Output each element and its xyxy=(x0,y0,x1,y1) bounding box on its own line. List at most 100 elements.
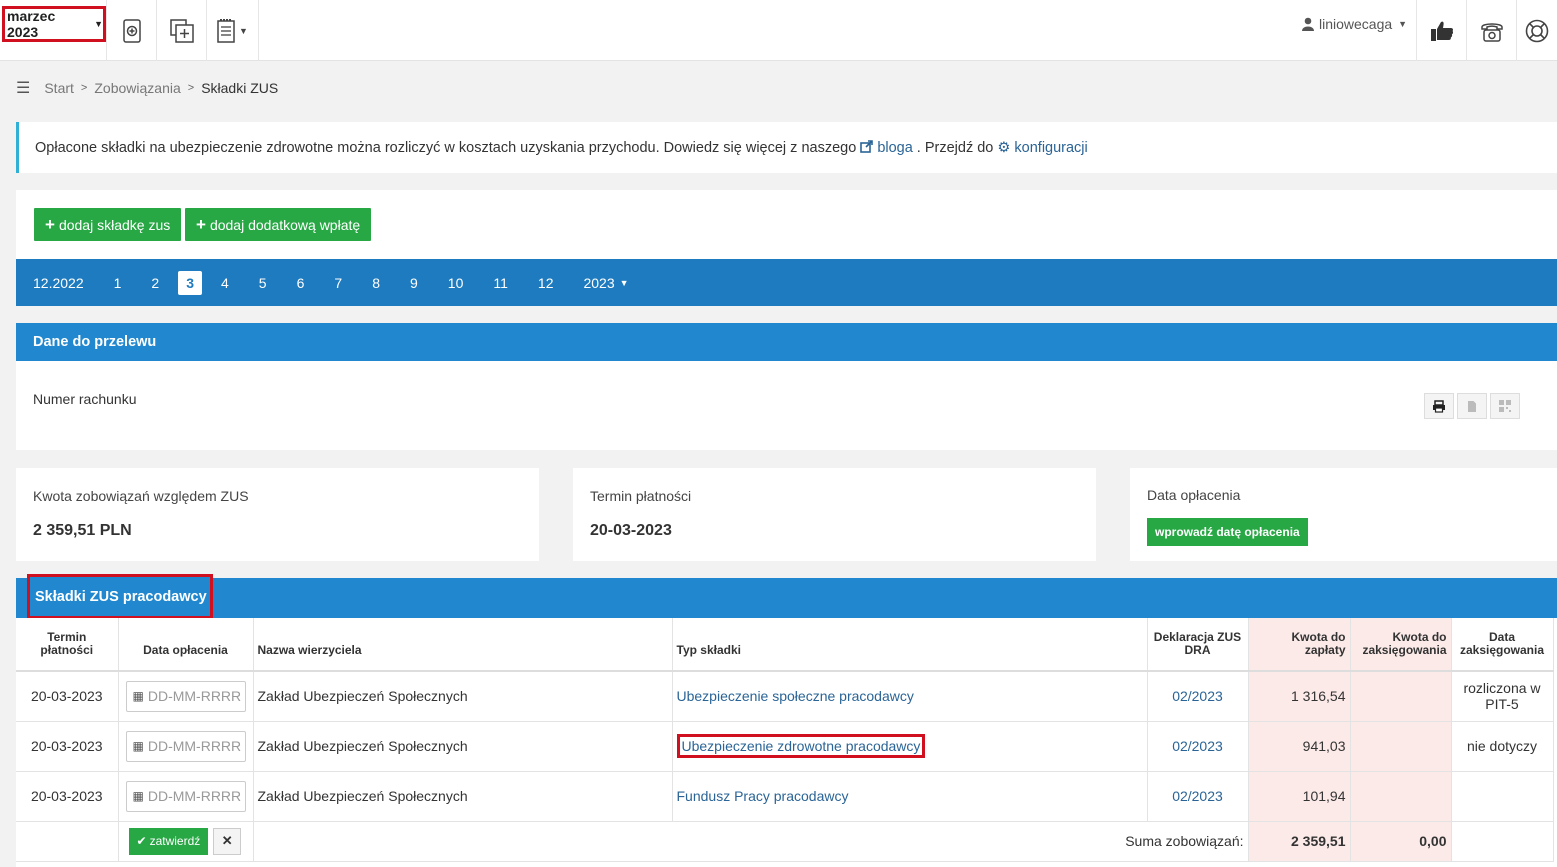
cell-empty xyxy=(16,821,119,862)
highlight-box: Ubezpieczenie zdrowotne pracodawcy xyxy=(676,734,926,758)
due-card-value: 20-03-2023 xyxy=(590,522,672,539)
month-2[interactable]: 2 xyxy=(140,271,170,295)
cell-amount: 101,94 xyxy=(1248,771,1351,822)
declaration-link[interactable]: 02/2023 xyxy=(1172,788,1223,804)
month-3-active[interactable]: 3 xyxy=(178,270,202,295)
chevron-right-icon: > xyxy=(187,82,195,94)
cell-due: 20-03-2023 xyxy=(16,771,119,822)
payment-date-input[interactable]: ▦ DD-MM-RRRR xyxy=(125,780,246,812)
username: liniowecaga xyxy=(1319,16,1393,32)
contributions-table-wrap: Termin płatności Data opłacenia Nazwa wi… xyxy=(16,618,1557,867)
blog-link[interactable]: bloga xyxy=(860,140,913,156)
external-link-icon xyxy=(860,139,874,153)
config-link[interactable]: ⚙ konfiguracji xyxy=(997,140,1087,156)
month-8[interactable]: 8 xyxy=(361,271,391,295)
header-booking-amount: Kwota do zaksięgowania xyxy=(1350,618,1452,672)
payment-date-input[interactable]: ▦ DD-MM-RRRR xyxy=(125,680,246,712)
month-6[interactable]: 6 xyxy=(286,271,316,295)
cell-declaration: 02/2023 xyxy=(1147,771,1249,822)
help-button[interactable] xyxy=(1516,0,1557,61)
phone-button[interactable] xyxy=(1466,0,1516,61)
actions-panel: + dodaj składkę zus + dodaj dodatkową wp… xyxy=(16,190,1557,260)
close-icon: ✕ xyxy=(221,833,233,848)
declaration-link[interactable]: 02/2023 xyxy=(1172,738,1223,754)
month-5[interactable]: 5 xyxy=(248,271,278,295)
month-prev-year[interactable]: 12.2022 xyxy=(22,271,95,295)
month-navigation: 12.2022 1 2 3 4 5 6 7 8 9 10 11 12 2023 … xyxy=(16,259,1557,306)
enter-payment-date-button[interactable]: wprowadź datę opłacenia xyxy=(1147,518,1308,546)
period-selector[interactable]: marzec 2023 ▼ xyxy=(2,6,106,42)
calculator-button[interactable] xyxy=(106,0,156,61)
document-button[interactable] xyxy=(1457,393,1487,419)
copy-plus-icon xyxy=(169,18,194,43)
period-label: marzec 2023 xyxy=(7,8,56,40)
amount-card-title: Kwota zobowiązań względem ZUS xyxy=(33,488,249,504)
breadcrumb: ☰ Start > Zobowiązania > Składki ZUS xyxy=(16,78,278,98)
document-plus-icon xyxy=(122,18,141,43)
month-1[interactable]: 1 xyxy=(103,271,133,295)
header-due: Termin płatności xyxy=(16,618,119,672)
user-icon xyxy=(1302,17,1314,31)
type-link[interactable]: Fundusz Pracy pracodawcy xyxy=(677,788,849,804)
month-10[interactable]: 10 xyxy=(437,271,475,295)
year-label: 2023 xyxy=(583,274,615,291)
payment-date-input[interactable]: ▦ DD-MM-RRRR xyxy=(125,730,246,762)
header-creditor: Nazwa wierzyciela xyxy=(253,618,673,672)
cell-confirm: ✔ zatwierdź ✕ xyxy=(118,821,254,862)
cell-creditor: Zakład Ubezpieczeń Społecznych xyxy=(253,671,673,722)
month-11[interactable]: 11 xyxy=(482,271,519,295)
qr-code-button[interactable] xyxy=(1490,393,1520,419)
declaration-link[interactable]: 02/2023 xyxy=(1172,688,1223,704)
sum-amount: 2 359,51 xyxy=(1248,821,1351,862)
divider xyxy=(258,0,259,61)
month-9[interactable]: 9 xyxy=(399,271,429,295)
month-7[interactable]: 7 xyxy=(323,271,353,295)
amount-card: Kwota zobowiązań względem ZUS 2 359,51 P… xyxy=(16,468,539,561)
calendar-icon: ▦ xyxy=(132,789,144,803)
notes-menu-button[interactable]: ▼ xyxy=(206,0,258,61)
sum-label: Suma zobowiązań: xyxy=(253,821,1249,862)
cell-type: Fundusz Pracy pracodawcy xyxy=(672,771,1148,822)
cell-paid-date: ▦ DD-MM-RRRR xyxy=(118,671,254,722)
chevron-down-icon: ▼ xyxy=(619,277,629,288)
lifebuoy-icon xyxy=(1525,19,1549,42)
chevron-down-icon: ▼ xyxy=(94,19,103,29)
cell-type: Ubezpieczenie społeczne pracodawcy xyxy=(672,671,1148,722)
month-4[interactable]: 4 xyxy=(210,271,240,295)
type-link[interactable]: Ubezpieczenie społeczne pracodawcy xyxy=(677,688,914,704)
user-menu[interactable]: liniowecaga ▼ xyxy=(1302,0,1407,48)
gear-icon: ⚙ xyxy=(997,139,1011,156)
type-link[interactable]: Ubezpieczenie zdrowotne pracodawcy xyxy=(682,738,921,754)
phone-icon xyxy=(1480,22,1503,42)
qr-code-icon xyxy=(1499,400,1511,412)
add-extra-payment-button[interactable]: + dodaj dodatkową wpłatę xyxy=(185,208,372,241)
transfer-title: Dane do przelewu xyxy=(33,334,157,350)
cell-booking-amount xyxy=(1350,671,1452,722)
chevron-down-icon: ▼ xyxy=(1398,19,1408,29)
cell-booking-date: nie dotyczy xyxy=(1451,721,1554,772)
cancel-button[interactable]: ✕ xyxy=(213,827,242,855)
chevron-right-icon: > xyxy=(80,82,88,94)
print-button[interactable] xyxy=(1424,393,1454,419)
chevron-down-icon: ▼ xyxy=(239,25,248,36)
add-zus-button[interactable]: + dodaj składkę zus xyxy=(34,208,182,241)
contributions-table: Termin płatności Data opłacenia Nazwa wi… xyxy=(16,618,1554,862)
like-button[interactable] xyxy=(1416,0,1466,61)
table-panel-header xyxy=(16,578,1557,618)
info-text-middle: . Przejdź do xyxy=(916,139,994,156)
confirm-button[interactable]: ✔ zatwierdź xyxy=(128,827,209,855)
month-12[interactable]: 12 xyxy=(527,271,565,295)
breadcrumb-start[interactable]: Start xyxy=(44,80,74,96)
add-document-button[interactable] xyxy=(156,0,206,61)
menu-icon[interactable]: ☰ xyxy=(16,78,30,98)
year-selector[interactable]: 2023 ▼ xyxy=(572,271,639,295)
cell-booking-amount xyxy=(1350,771,1452,822)
cell-amount: 941,03 xyxy=(1248,721,1351,772)
paid-card-title: Data opłacenia xyxy=(1147,487,1241,503)
cell-due: 20-03-2023 xyxy=(16,671,119,722)
header-declaration: Deklaracja ZUS DRA xyxy=(1147,618,1249,672)
due-date-card: Termin płatności 20-03-2023 xyxy=(573,468,1096,561)
transfer-panel-header: Dane do przelewu xyxy=(16,323,1557,361)
breadcrumb-liabilities[interactable]: Zobowiązania xyxy=(94,80,180,96)
calendar-icon: ▦ xyxy=(132,689,144,704)
